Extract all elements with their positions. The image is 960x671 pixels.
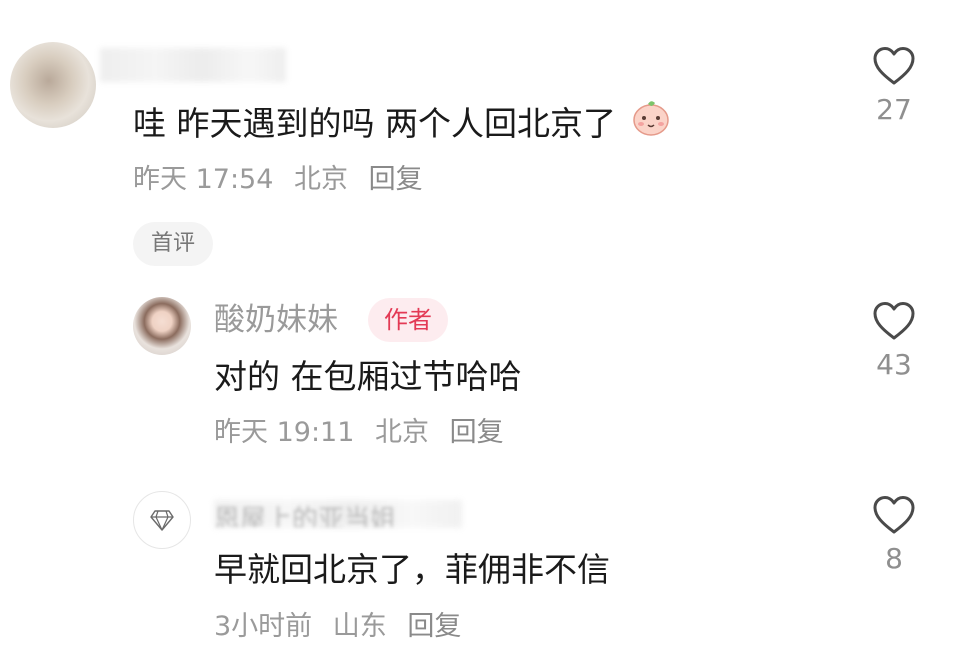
comment-time: 昨天 19:11 bbox=[214, 417, 355, 448]
avatar[interactable] bbox=[133, 491, 191, 549]
avatar[interactable] bbox=[10, 42, 96, 128]
heart-icon[interactable] bbox=[872, 495, 916, 535]
author-name[interactable]: 恩屋上的亚当姐 bbox=[214, 503, 396, 527]
comment-time: 3小时前 bbox=[214, 611, 313, 642]
comment-time: 昨天 17:54 bbox=[133, 164, 274, 195]
like-button[interactable]: 8 bbox=[864, 495, 924, 577]
comment-meta: 昨天 17:54 北京 回复 bbox=[133, 162, 423, 198]
heart-icon[interactable] bbox=[872, 301, 916, 341]
comment-meta: 3小时前 山东 回复 bbox=[214, 609, 461, 645]
first-comment-tag: 首评 bbox=[133, 222, 213, 266]
peach-face-emoji-icon bbox=[630, 96, 672, 149]
heart-icon[interactable] bbox=[872, 46, 916, 86]
like-button[interactable]: 43 bbox=[864, 301, 924, 383]
author-name[interactable]: 酸奶妹妹 bbox=[214, 300, 338, 340]
comment-text: 对的 在包厢过节哈哈 bbox=[214, 357, 522, 396]
comment-meta: 昨天 19:11 北京 回复 bbox=[214, 415, 504, 451]
reply-button[interactable]: 回复 bbox=[369, 164, 423, 195]
comment-text: 早就回北京了，菲佣非不信 bbox=[214, 550, 610, 589]
like-count: 43 bbox=[876, 348, 912, 381]
comment-text-label: 哇 昨天遇到的吗 两个人回北京了 bbox=[133, 104, 616, 143]
reply-button[interactable]: 回复 bbox=[407, 611, 461, 642]
diamond-icon bbox=[150, 510, 174, 531]
comment-location: 北京 bbox=[375, 417, 429, 448]
avatar[interactable] bbox=[133, 297, 191, 355]
comment-location: 山东 bbox=[332, 611, 387, 642]
comment-text: 哇 昨天遇到的吗 两个人回北京了 bbox=[133, 101, 672, 149]
like-button[interactable]: 27 bbox=[864, 46, 924, 128]
author-badge: 作者 bbox=[368, 298, 448, 342]
like-count: 8 bbox=[885, 542, 903, 575]
like-count: 27 bbox=[876, 93, 912, 126]
blurred-username bbox=[100, 48, 286, 82]
comment-location: 北京 bbox=[294, 164, 348, 195]
reply-button[interactable]: 回复 bbox=[450, 417, 504, 448]
